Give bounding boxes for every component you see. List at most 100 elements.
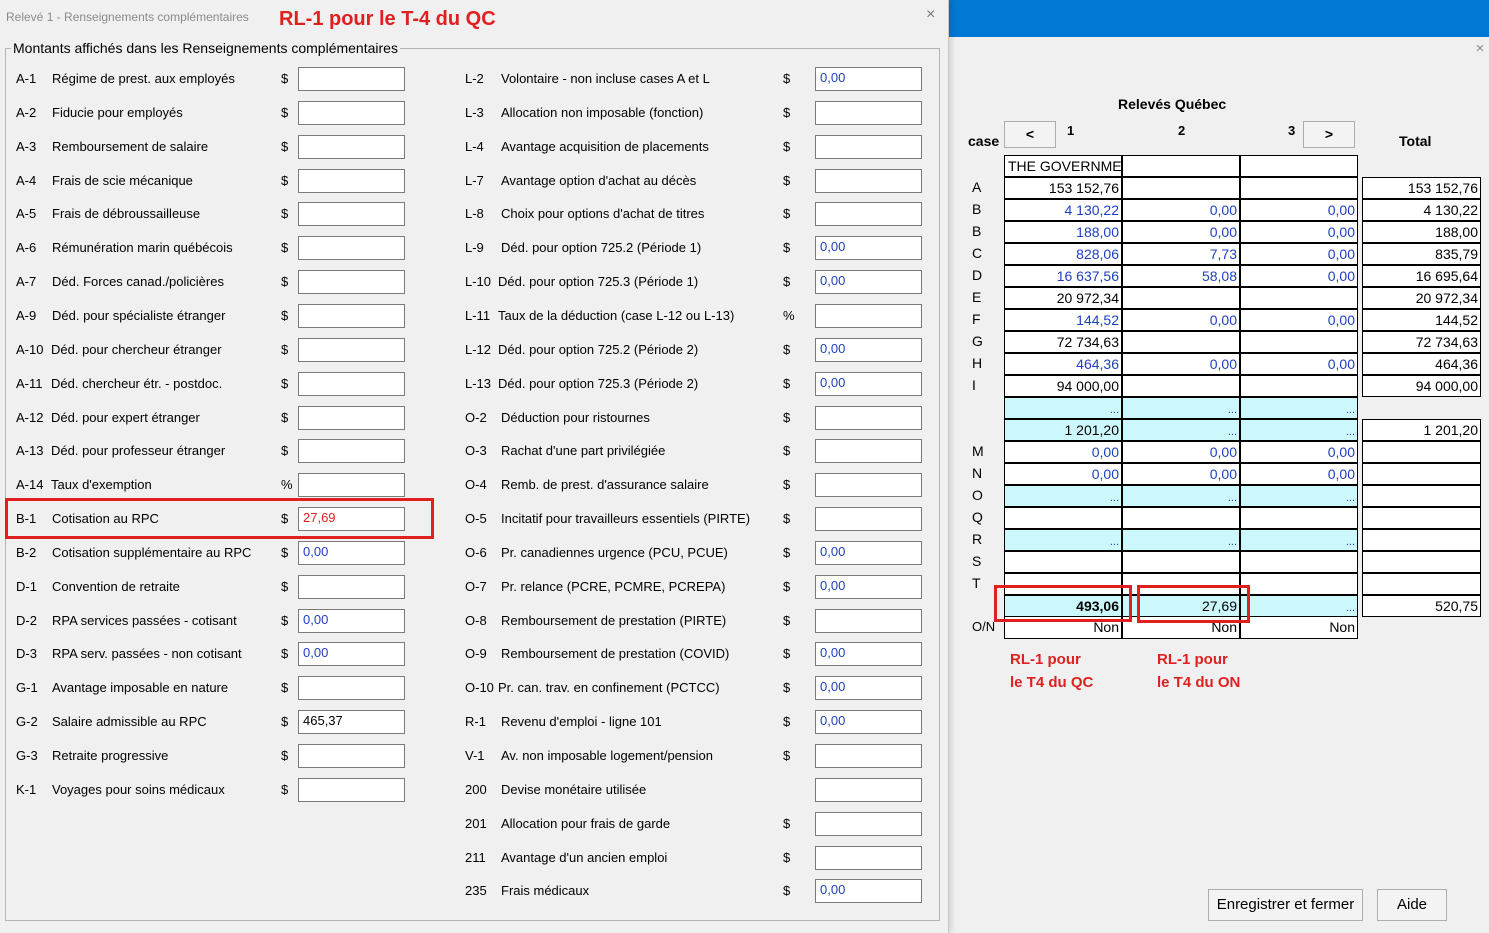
grid-cell-c2[interactable]: ...: [1122, 529, 1240, 551]
grid-cell-c3[interactable]: 0,00: [1240, 463, 1358, 485]
field-input-l-13[interactable]: 0,00: [815, 371, 922, 396]
field-input-l-11[interactable]: [815, 303, 922, 328]
grid-cell-c1[interactable]: ...: [1004, 529, 1122, 551]
close-icon[interactable]: ×: [926, 6, 935, 24]
grid-cell-c3[interactable]: 0,00: [1240, 309, 1358, 331]
grid-cell-c3[interactable]: ...: [1240, 419, 1358, 441]
grid-cell-c2[interactable]: 0,00: [1122, 463, 1240, 485]
grid-cell-c2[interactable]: [1122, 331, 1240, 353]
grid-cell-c1[interactable]: 144,52: [1004, 309, 1122, 331]
field-input-v-1[interactable]: [815, 744, 922, 768]
grid-cell-c2[interactable]: 58,08: [1122, 265, 1240, 287]
grid-cell-c2[interactable]: ...: [1122, 485, 1240, 507]
grid-cell-c1[interactable]: 72 734,63: [1004, 331, 1122, 353]
grid-cell-c3[interactable]: [1240, 287, 1358, 309]
field-input-a-14[interactable]: [298, 473, 405, 498]
grid-cell-c3[interactable]: [1240, 551, 1358, 573]
field-input-l-8[interactable]: [815, 202, 922, 227]
field-input-a-1[interactable]: [298, 67, 405, 91]
field-input-a-2[interactable]: [298, 100, 405, 125]
grid-cell-c2[interactable]: 0,00: [1122, 309, 1240, 331]
field-input-l-12[interactable]: 0,00: [815, 337, 922, 362]
grid-cell-c2[interactable]: 0,00: [1122, 199, 1240, 221]
close-icon[interactable]: ×: [1473, 41, 1487, 56]
grid-cell-c1[interactable]: 828,06: [1004, 243, 1122, 265]
grid-cell-c3[interactable]: [1240, 573, 1358, 595]
field-input-l-3[interactable]: [815, 100, 922, 125]
next-button[interactable]: >: [1303, 121, 1355, 148]
grid-cell-c1[interactable]: 0,00: [1004, 463, 1122, 485]
grid-cell-c2[interactable]: [1122, 551, 1240, 573]
field-input-o-3[interactable]: [815, 439, 922, 464]
grid-cell-c2[interactable]: [1122, 177, 1240, 199]
grid-cell-c2[interactable]: ...: [1122, 419, 1240, 441]
grid-cell-c3[interactable]: ...: [1240, 529, 1358, 551]
header-cell-c2[interactable]: [1122, 155, 1240, 177]
field-input-a-10[interactable]: [298, 337, 405, 362]
grid-cell-c2[interactable]: 0,00: [1122, 221, 1240, 243]
grid-cell-c3[interactable]: [1240, 507, 1358, 529]
field-input-l-9[interactable]: 0,00: [815, 236, 922, 261]
field-input-a-11[interactable]: [298, 371, 405, 396]
field-input-g-2[interactable]: 465,37: [298, 710, 405, 735]
grid-cell-c3[interactable]: ...: [1240, 397, 1358, 419]
grid-cell-c1[interactable]: 1 201,20: [1004, 419, 1122, 441]
grid-cell-c1[interactable]: 4 130,22: [1004, 199, 1122, 221]
grid-cell-c3[interactable]: 0,00: [1240, 199, 1358, 221]
grid-cell-c3[interactable]: 0,00: [1240, 265, 1358, 287]
field-input-o-5[interactable]: [815, 507, 922, 532]
field-input-a-6[interactable]: [298, 236, 405, 261]
field-input-a-3[interactable]: [298, 134, 405, 159]
field-input-l-4[interactable]: [815, 134, 922, 159]
help-button[interactable]: Aide: [1377, 889, 1447, 921]
grid-cell-c3[interactable]: 0,00: [1240, 243, 1358, 265]
field-input-a-13[interactable]: [298, 439, 405, 464]
grid-cell-c1[interactable]: [1004, 551, 1122, 573]
grid-cell-c2[interactable]: [1122, 287, 1240, 309]
grid-cell-c2[interactable]: 7,73: [1122, 243, 1240, 265]
grid-cell-c1[interactable]: ...: [1004, 485, 1122, 507]
grid-cell-c3[interactable]: [1240, 331, 1358, 353]
header-cell-c1[interactable]: THE GOVERNME: [1004, 155, 1122, 177]
grid-cell-c1[interactable]: [1004, 507, 1122, 529]
grid-cell-c2[interactable]: [1122, 507, 1240, 529]
field-input-g-1[interactable]: [298, 676, 405, 701]
field-input-g-3[interactable]: [298, 744, 405, 768]
grid-cell-c3[interactable]: ...: [1240, 595, 1358, 617]
field-input-d-2[interactable]: 0,00: [298, 608, 405, 633]
field-input-o-7[interactable]: 0,00: [815, 574, 922, 599]
field-input-l-10[interactable]: 0,00: [815, 270, 922, 295]
field-input-235[interactable]: 0,00: [815, 879, 922, 904]
grid-cell-c1[interactable]: 0,00: [1004, 441, 1122, 463]
field-input-a-5[interactable]: [298, 202, 405, 227]
grid-cell-c1[interactable]: 16 637,56: [1004, 265, 1122, 287]
grid-cell-c1[interactable]: 188,00: [1004, 221, 1122, 243]
field-input-o-10[interactable]: 0,00: [815, 676, 922, 701]
grid-cell-c3[interactable]: 0,00: [1240, 221, 1358, 243]
field-input-d-3[interactable]: 0,00: [298, 642, 405, 667]
grid-cell-c3[interactable]: ...: [1240, 485, 1358, 507]
grid-cell-c1[interactable]: 20 972,34: [1004, 287, 1122, 309]
field-input-a-4[interactable]: [298, 168, 405, 193]
grid-cell-c3[interactable]: [1240, 375, 1358, 397]
field-input-b-2[interactable]: 0,00: [298, 540, 405, 565]
field-input-211[interactable]: [815, 845, 922, 870]
field-input-k-1[interactable]: [298, 777, 405, 802]
field-input-o-4[interactable]: [815, 473, 922, 498]
header-cell-c3[interactable]: [1240, 155, 1358, 177]
field-input-r-1[interactable]: 0,00: [815, 710, 922, 735]
grid-cell-c1[interactable]: ...: [1004, 397, 1122, 419]
grid-cell-c1[interactable]: 94 000,00: [1004, 375, 1122, 397]
grid-cell-c3[interactable]: [1240, 177, 1358, 199]
grid-cell-c2[interactable]: [1122, 375, 1240, 397]
grid-cell-c2[interactable]: 0,00: [1122, 353, 1240, 375]
field-input-o-2[interactable]: [815, 405, 922, 430]
grid-cell-c3[interactable]: Non: [1240, 617, 1358, 639]
field-input-o-9[interactable]: 0,00: [815, 642, 922, 667]
grid-cell-c3[interactable]: 0,00: [1240, 441, 1358, 463]
grid-cell-c1[interactable]: 153 152,76: [1004, 177, 1122, 199]
field-input-201[interactable]: [815, 811, 922, 836]
field-input-200[interactable]: [815, 777, 922, 802]
previous-button[interactable]: <: [1004, 121, 1056, 148]
field-input-a-7[interactable]: [298, 270, 405, 295]
